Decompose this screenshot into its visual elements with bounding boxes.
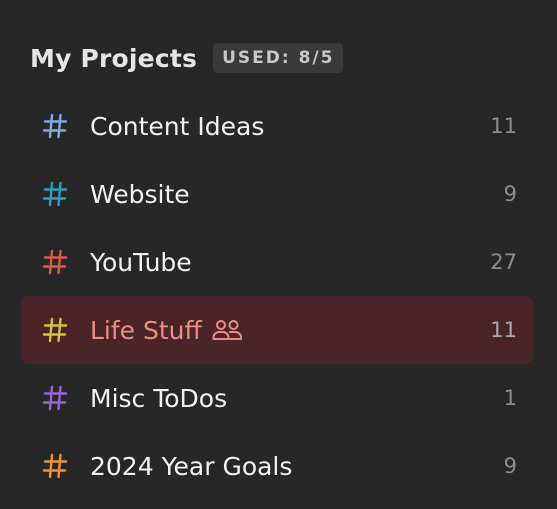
project-name: 2024 Year Goals <box>90 451 293 481</box>
project-name: YouTube <box>90 247 192 277</box>
project-name: Content Ideas <box>90 111 265 141</box>
task-count: 9 <box>503 182 517 206</box>
hash-icon <box>42 385 68 411</box>
project-item-life-stuff[interactable]: Life Stuff 11 <box>21 296 533 364</box>
task-count: 11 <box>490 318 517 342</box>
projects-header: My Projects USED: 8/5 <box>30 38 344 78</box>
hash-icon <box>42 453 68 479</box>
project-list: Content Ideas 11 Website 9 YouTube 27 Li… <box>21 92 533 500</box>
task-count: 27 <box>490 250 517 274</box>
project-item-misc-todos[interactable]: Misc ToDos 1 <box>21 364 533 432</box>
hash-icon <box>42 113 68 139</box>
task-count: 11 <box>490 114 517 138</box>
hash-icon <box>42 249 68 275</box>
usage-badge: USED: 8/5 <box>213 43 344 73</box>
project-item-content-ideas[interactable]: Content Ideas 11 <box>21 92 533 160</box>
project-item-youtube[interactable]: YouTube 27 <box>21 228 533 296</box>
section-title: My Projects <box>30 43 198 73</box>
project-name: Misc ToDos <box>90 383 228 413</box>
project-name: Life Stuff <box>90 316 243 345</box>
hash-icon <box>42 181 68 207</box>
task-count: 1 <box>503 386 517 410</box>
project-item-2024-year-goals[interactable]: 2024 Year Goals 9 <box>21 432 533 500</box>
hash-icon <box>42 317 68 343</box>
project-name: Website <box>90 179 190 209</box>
task-count: 9 <box>503 454 517 478</box>
project-item-website[interactable]: Website 9 <box>21 160 533 228</box>
people-icon <box>211 318 243 342</box>
